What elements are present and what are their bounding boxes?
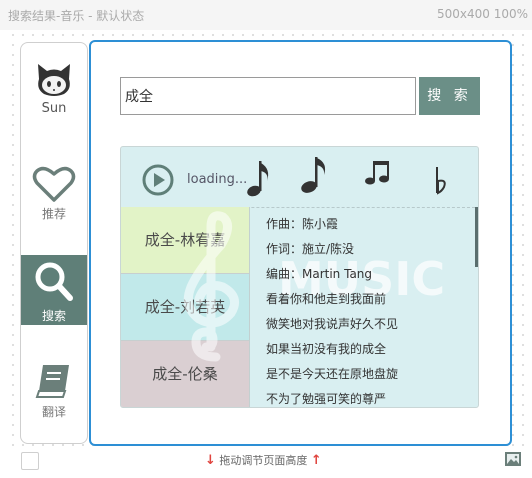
sidebar-item-recommend[interactable]: 推荐	[21, 165, 87, 235]
search-input[interactable]	[120, 77, 416, 115]
play-icon[interactable]	[141, 163, 175, 197]
lyric-line: 不为了勉强可笑的尊严	[266, 392, 387, 406]
lyric-line: 是不是今天还在原地盘旋	[266, 367, 399, 381]
image-icon[interactable]	[505, 452, 521, 466]
sidebar-item-label: Sun	[41, 101, 67, 116]
arrow-up-icon: ↑	[310, 453, 322, 468]
sidebar: Sun 推荐 搜索 翻译	[20, 42, 88, 444]
lyric-line: 微笑地对我说声好久不见	[266, 317, 399, 331]
player-bar: loading...	[121, 147, 478, 208]
sidebar-item-translate[interactable]: 翻译	[21, 361, 87, 431]
eighth-note-icon	[247, 161, 269, 197]
book-icon	[35, 365, 69, 398]
lyrics-scrollbar[interactable]	[475, 207, 478, 267]
arrow-down-icon: ↓	[205, 453, 216, 468]
canvas-checkbox[interactable]	[21, 452, 39, 470]
sidebar-item-label: 搜索	[41, 309, 66, 323]
sidebar-item-label: 翻译	[41, 405, 66, 419]
search-icon	[35, 262, 73, 301]
resize-hint[interactable]: ↓ 拖动调节页面高度 ↑	[205, 452, 322, 468]
sidebar-item-user[interactable]: Sun	[21, 61, 87, 131]
lyrics-area[interactable]: MUSIC 作曲：陈小霞 作词：施立/陈没 编曲：Martin Tang 看着你…	[250, 207, 478, 407]
lyric-line: 作词：施立/陈没	[266, 242, 355, 256]
sidebar-item-label: 推荐	[41, 207, 66, 221]
lyric-line: 编曲：Martin Tang	[266, 267, 373, 281]
music-panel: loading... 成全-林宥嘉 成全-刘若英 成全-伦桑 MUSIC 作曲：…	[120, 146, 479, 408]
search-button[interactable]: 搜 索	[419, 77, 480, 115]
lyric-line: 看着你和他走到我面前	[266, 292, 387, 306]
page-size-label: 500x400 100%	[436, 7, 528, 21]
github-cat-icon	[38, 64, 70, 96]
lyric-line: 如果当初没有我的成全	[266, 342, 387, 356]
lyric-line: 作曲：陈小霞	[266, 217, 339, 231]
top-bar: 搜索结果-音乐 - 默认状态 500x400 100%	[0, 0, 532, 30]
treble-clef-watermark-icon	[183, 211, 240, 362]
heart-icon	[32, 166, 76, 202]
quarter-note-icon	[301, 157, 326, 193]
resize-hint-label: 拖动调节页面高度	[219, 454, 308, 467]
flat-icon	[436, 167, 446, 195]
loading-status: loading...	[187, 172, 248, 187]
beamed-notes-icon	[365, 161, 389, 185]
page-title: 搜索结果-音乐 - 默认状态	[8, 9, 145, 23]
sidebar-item-search[interactable]: 搜索	[21, 255, 87, 325]
